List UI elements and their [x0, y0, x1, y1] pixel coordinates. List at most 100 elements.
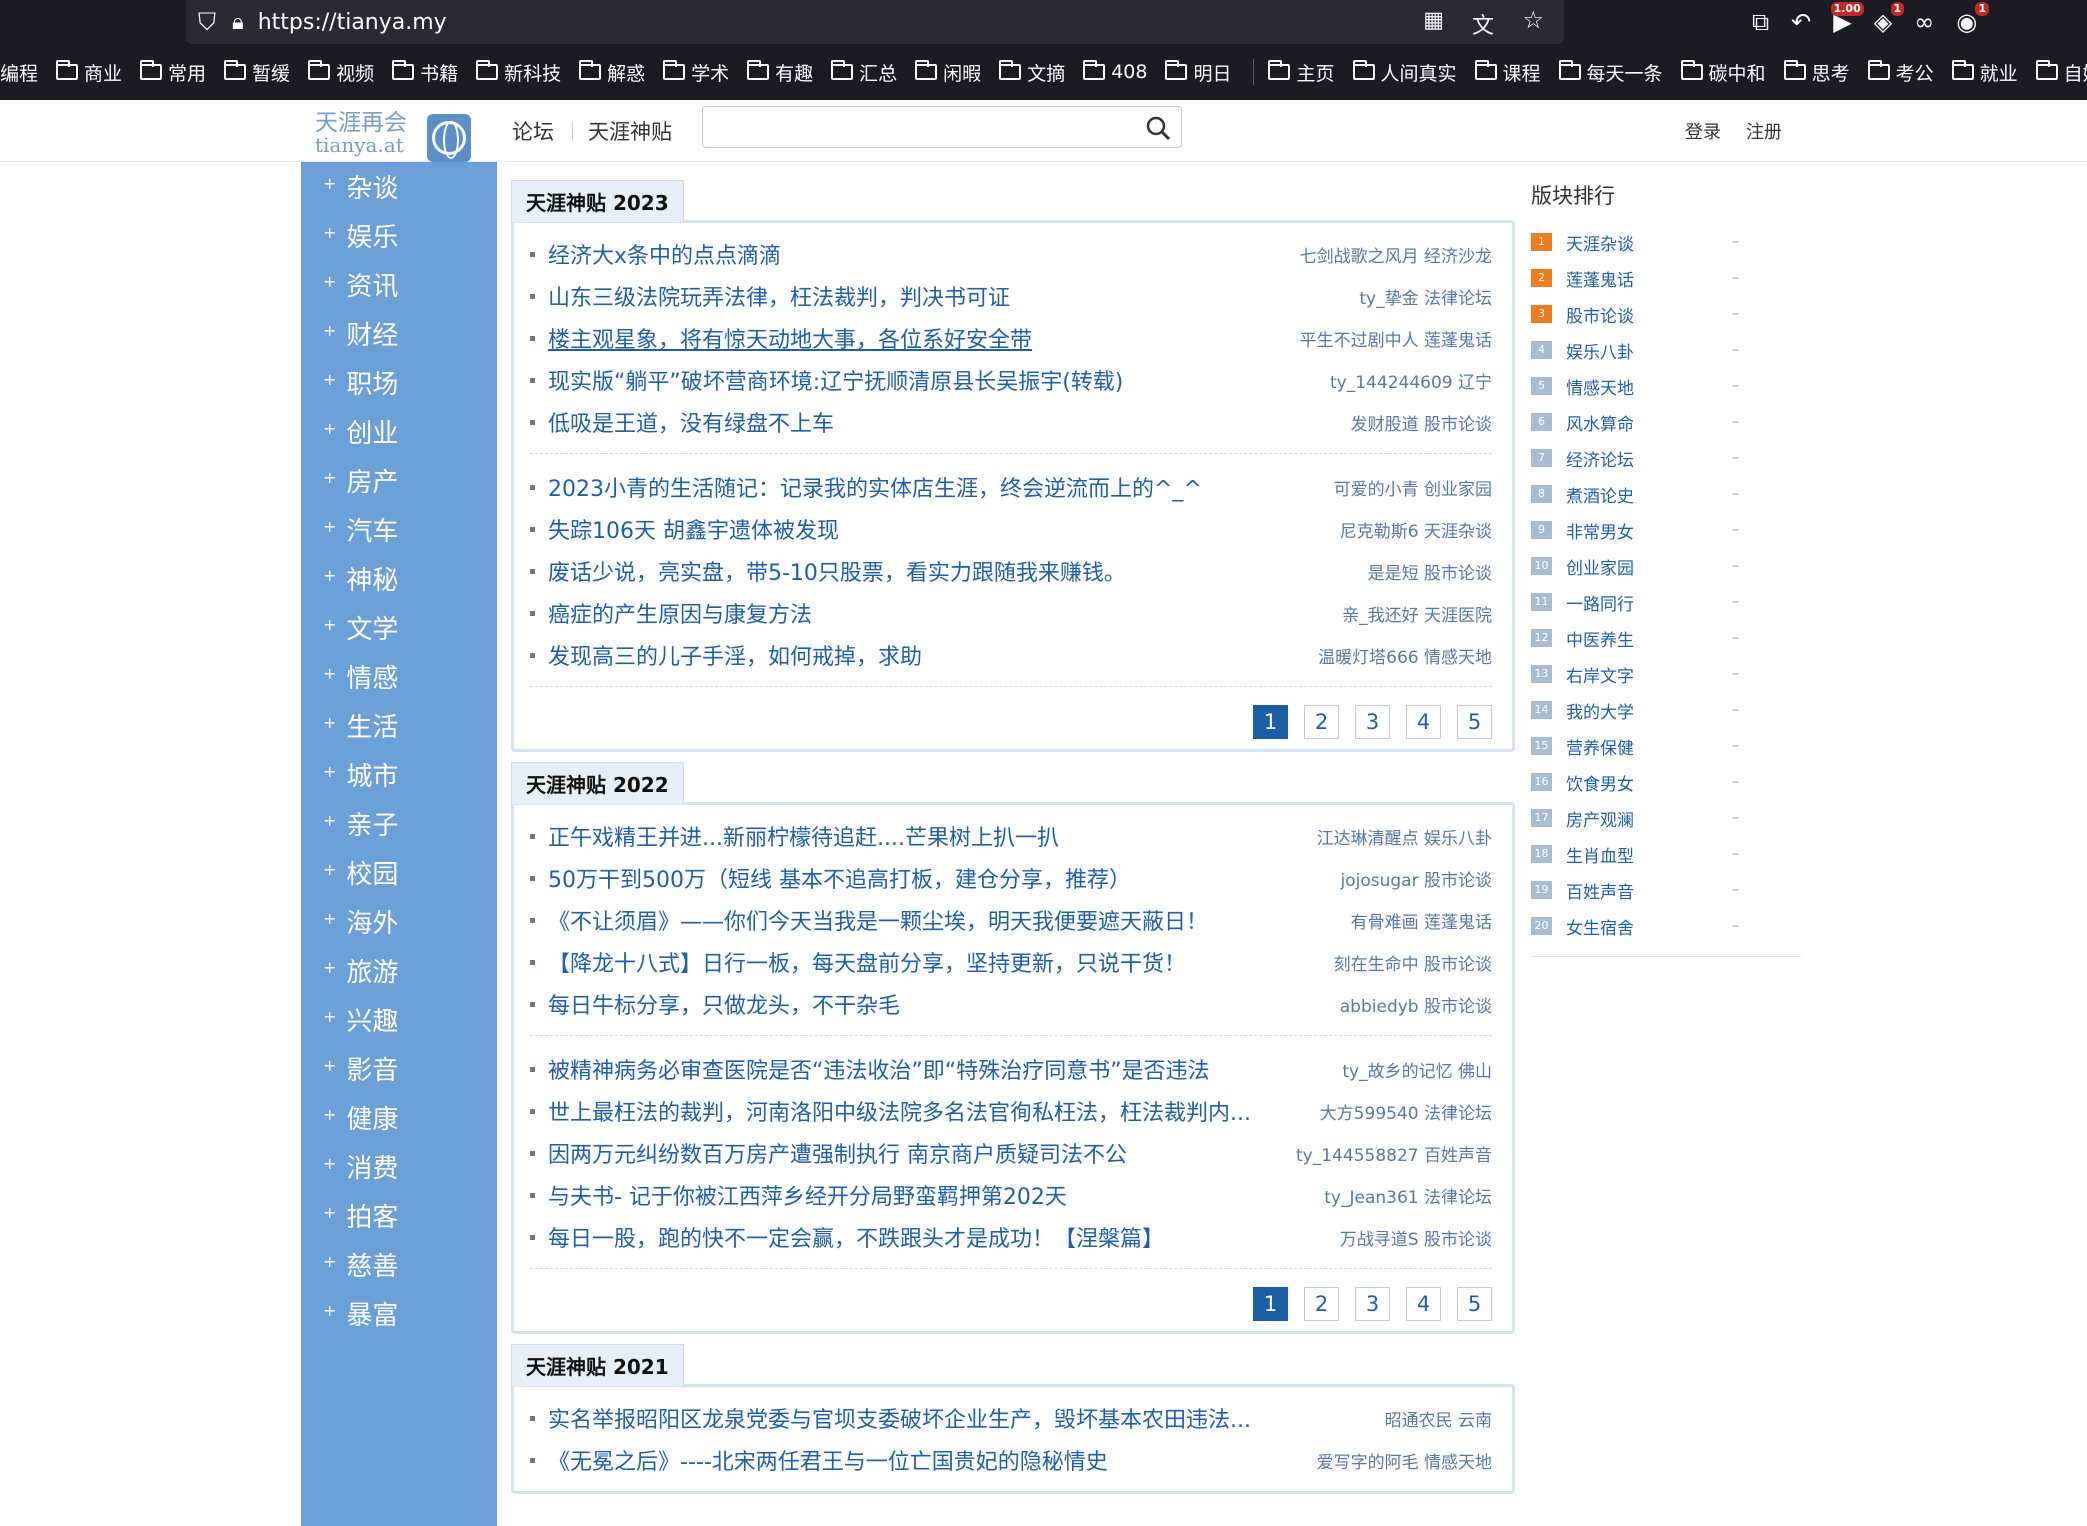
post-title-link[interactable]: 失踪106天 胡鑫宇遗体被发现	[548, 513, 1324, 545]
page-button[interactable]: 3	[1355, 705, 1390, 739]
sidebar-category-item[interactable]: + 亲子	[301, 809, 497, 858]
bookmark-item[interactable]: 自媒	[2035, 59, 2087, 86]
sidebar-category-item[interactable]: + 杂谈	[301, 172, 497, 221]
bookmark-item[interactable]: 汇总	[831, 59, 897, 86]
sidebar-category-item[interactable]: + 影音	[301, 1054, 497, 1103]
video-speed-icon[interactable]: ▶ 1.00	[1830, 2, 1864, 36]
page-button[interactable]: 1	[1253, 1287, 1288, 1321]
post-author-board[interactable]: 可爱的小青 创业家园	[1334, 475, 1492, 500]
search-icon[interactable]	[1145, 115, 1171, 141]
sidebar-category-item[interactable]: + 海外	[301, 907, 497, 956]
page-button[interactable]: 4	[1406, 1287, 1441, 1321]
site-logo[interactable]: 天涯再会 tianya.at	[313, 106, 473, 162]
post-author-board[interactable]: 亲_我还好 天涯医院	[1342, 601, 1492, 626]
sidebar-category-item[interactable]: + 职场	[301, 368, 497, 417]
bookmark-item[interactable]: 课程	[1474, 59, 1541, 86]
post-title-link[interactable]: 《不让须眉》——你们今天当我是一颗尘埃，明天我便要遮天蔽日！	[548, 904, 1335, 936]
sidebar-category-item[interactable]: + 文学	[301, 613, 497, 662]
bookmark-item[interactable]: 视频	[308, 59, 374, 86]
post-title-link[interactable]: 2023小青的生活随记：记录我的实体店生涯，终会逆流而上的^_^	[548, 471, 1318, 503]
post-author-board[interactable]: 平生不过剧中人 莲蓬鬼话	[1300, 326, 1492, 351]
register-link[interactable]: 注册	[1746, 118, 1782, 144]
post-author-board[interactable]: 尼克勒斯6 天涯杂谈	[1340, 517, 1492, 542]
post-title-link[interactable]: 正午戏精王并进...新丽柠檬待追赶....芒果树上扒一扒	[548, 820, 1301, 852]
post-author-board[interactable]: 爱写字的阿毛 情感天地	[1317, 1448, 1492, 1473]
board-name[interactable]: 娱乐八卦	[1566, 338, 1732, 363]
bookmark-item[interactable]: 暂缓	[224, 59, 290, 86]
board-name[interactable]: 房产观澜	[1566, 806, 1732, 831]
qr-code-icon[interactable]: ▦	[1423, 8, 1444, 33]
sidebar-category-item[interactable]: + 校园	[301, 858, 497, 907]
post-author-board[interactable]: ty_故乡的记忆 佛山	[1342, 1057, 1492, 1082]
post-title-link[interactable]: 低吸是王道，没有绿盘不上车	[548, 406, 1335, 438]
post-title-link[interactable]: 每日牛标分享，只做龙头，不干杂毛	[548, 988, 1324, 1020]
url-text[interactable]: https://tianya.my	[258, 10, 447, 35]
sidebar-category-item[interactable]: + 房产	[301, 466, 497, 515]
post-title-link[interactable]: 癌症的产生原因与康复方法	[548, 597, 1326, 629]
sidebar-category-item[interactable]: + 慈善	[301, 1250, 497, 1299]
board-name[interactable]: 经济论坛	[1566, 446, 1732, 471]
board-name[interactable]: 情感天地	[1566, 374, 1732, 399]
bookmark-item[interactable]: 闲暇	[915, 59, 981, 86]
bookmark-item[interactable]: 思考	[1783, 59, 1850, 86]
post-author-board[interactable]: 大方599540 法律论坛	[1320, 1099, 1492, 1124]
back-arrow-icon[interactable]: ↶	[1791, 8, 1811, 36]
page-button[interactable]: 5	[1457, 1287, 1492, 1321]
login-link[interactable]: 登录	[1685, 118, 1721, 144]
bookmark-item[interactable]: 主页	[1268, 59, 1335, 86]
post-title-link[interactable]: 与夫书- 记于你被江西萍乡经开分局野蛮羁押第202天	[548, 1179, 1308, 1211]
sidebar-category-item[interactable]: + 生活	[301, 711, 497, 760]
ranking-item[interactable]: 8 煮酒论史 –	[1531, 476, 1801, 512]
sidebar-category-item[interactable]: + 暴富	[301, 1299, 497, 1348]
post-title-link[interactable]: 《无冕之后》----北宋两任君王与一位亡国贵妃的隐秘情史	[548, 1444, 1301, 1476]
bookmark-item[interactable]: 碳中和	[1680, 59, 1766, 86]
post-title-link[interactable]: 50万干到500万（短线 基本不追高打板，建仓分享，推荐）	[548, 862, 1325, 894]
bookmark-item[interactable]: 编程	[0, 59, 38, 86]
nav-forum-link[interactable]: 论坛	[512, 116, 554, 146]
sidebar-category-item[interactable]: + 消费	[301, 1152, 497, 1201]
post-author-board[interactable]: abbiedyb 股市论谈	[1340, 992, 1492, 1017]
board-name[interactable]: 风水算命	[1566, 410, 1732, 435]
ranking-item[interactable]: 3 股市论谈 –	[1531, 296, 1801, 332]
ranking-item[interactable]: 7 经济论坛 –	[1531, 440, 1801, 476]
search-input[interactable]	[702, 106, 1182, 148]
bookmark-item[interactable]: 就业	[1951, 59, 2018, 86]
page-button[interactable]: 1	[1253, 705, 1288, 739]
ranking-item[interactable]: 11 一路同行 –	[1531, 584, 1801, 620]
page-button[interactable]: 4	[1406, 705, 1441, 739]
extensions-icon[interactable]: ⧉	[1752, 8, 1769, 36]
post-title-link[interactable]: 因两万元纠纷数百万房产遭强制执行 南京商户质疑司法不公	[548, 1137, 1280, 1169]
board-name[interactable]: 一路同行	[1566, 590, 1732, 615]
ranking-item[interactable]: 1 天涯杂谈 –	[1531, 224, 1801, 260]
bookmark-star-icon[interactable]: ☆	[1522, 6, 1544, 34]
bookmark-item[interactable]: 学术	[663, 59, 729, 86]
post-author-board[interactable]: 刻在生命中 股市论谈	[1334, 950, 1492, 975]
post-title-link[interactable]: 现实版“躺平”破坏营商环境:辽宁抚顺清原县长吴振宇(转载)	[548, 364, 1314, 396]
page-button[interactable]: 3	[1355, 1287, 1390, 1321]
post-author-board[interactable]: ty_144244609 辽宁	[1330, 368, 1492, 393]
post-author-board[interactable]: 有骨难画 莲蓬鬼话	[1351, 908, 1492, 933]
post-author-board[interactable]: jojosugar 股市论谈	[1341, 866, 1492, 891]
ranking-item[interactable]: 14 我的大学 –	[1531, 692, 1801, 728]
ranking-item[interactable]: 4 娱乐八卦 –	[1531, 332, 1801, 368]
post-author-board[interactable]: 温暖灯塔666 情感天地	[1318, 643, 1492, 668]
sidebar-category-item[interactable]: + 兴趣	[301, 1005, 497, 1054]
sidebar-category-item[interactable]: + 财经	[301, 319, 497, 368]
page-button[interactable]: 2	[1304, 1287, 1339, 1321]
ranking-item[interactable]: 6 风水算命 –	[1531, 404, 1801, 440]
post-author-board[interactable]: ty_144558827 百姓声音	[1296, 1141, 1492, 1166]
bookmark-item[interactable]: 408	[1083, 60, 1147, 83]
sidebar-category-item[interactable]: + 拍客	[301, 1201, 497, 1250]
sidebar-category-item[interactable]: + 情感	[301, 662, 497, 711]
post-author-board[interactable]: 江达琳清醒点 娱乐八卦	[1317, 824, 1492, 849]
shield-icon[interactable]: ⛉	[198, 8, 216, 36]
ranking-item[interactable]: 12 中医养生 –	[1531, 620, 1801, 656]
post-title-link[interactable]: 世上最枉法的裁判，河南洛阳中级法院多名法官徇私枉法，枉法裁判内...	[548, 1095, 1304, 1127]
page-button[interactable]: 2	[1304, 705, 1339, 739]
ublock-icon[interactable]: ◈ 1	[1874, 2, 1905, 36]
board-name[interactable]: 饮食男女	[1566, 770, 1732, 795]
board-name[interactable]: 莲蓬鬼话	[1566, 266, 1732, 291]
post-title-link[interactable]: 【降龙十八式】日行一板，每天盘前分享，坚持更新，只说干货！	[548, 946, 1318, 978]
post-title-link[interactable]: 经济大x条中的点点滴滴	[548, 238, 1284, 270]
board-name[interactable]: 煮酒论史	[1566, 482, 1732, 507]
